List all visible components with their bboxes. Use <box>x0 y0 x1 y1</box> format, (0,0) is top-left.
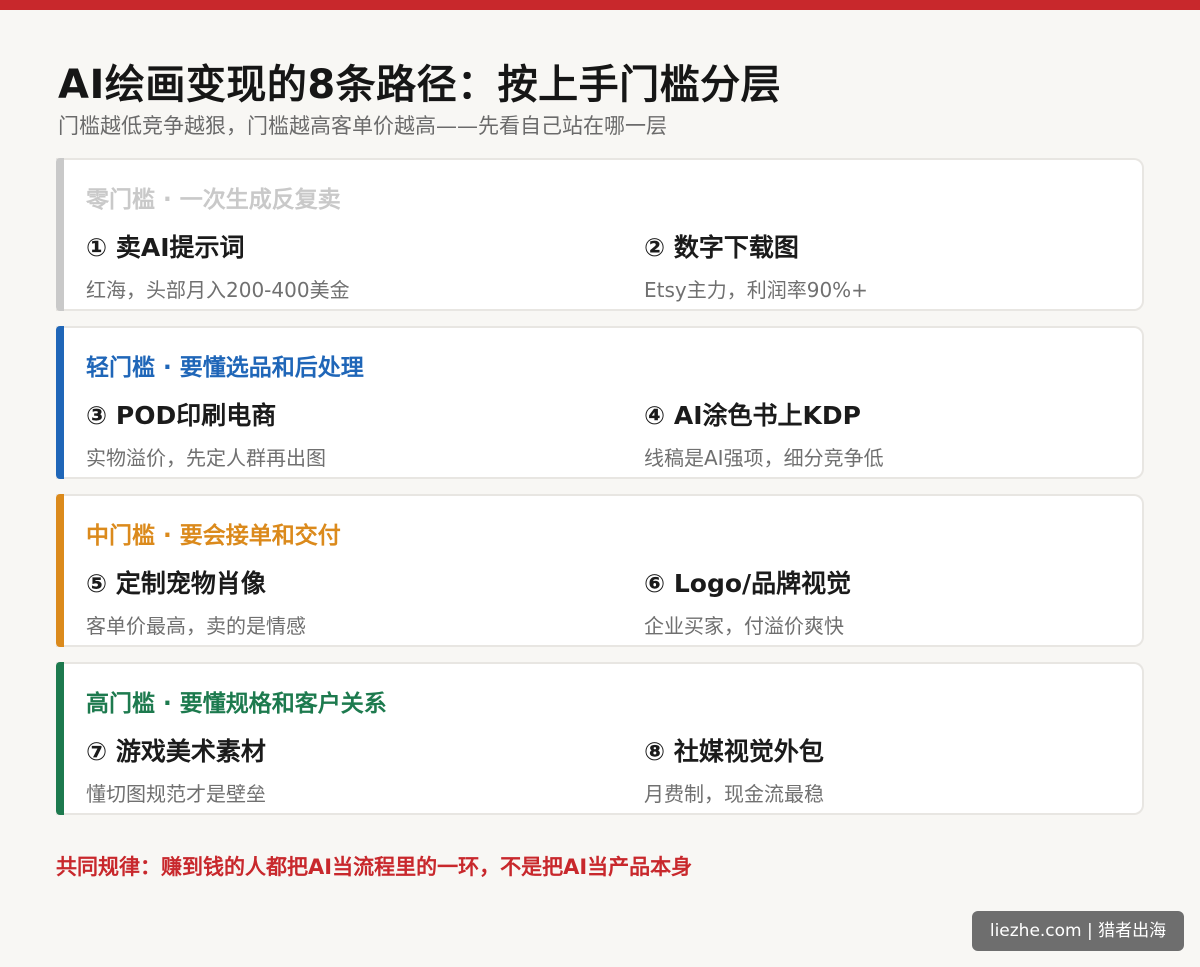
site-watermark: liezhe.com | 猎者出海 <box>972 911 1184 951</box>
path-item: ④ AI涂色书上KDP 线稿是AI强项，细分竞争低 <box>644 396 884 471</box>
tier-label: 零门槛 · 一次生成反复卖 <box>86 187 341 213</box>
tier-card-light: 轻门槛 · 要懂选品和后处理 ③ POD印刷电商 实物溢价，先定人群再出图 ④ … <box>56 326 1144 479</box>
tier-card-zero: 零门槛 · 一次生成反复卖 ① 卖AI提示词 红海，头部月入200-400美金 … <box>56 158 1144 311</box>
path-name: ④ AI涂色书上KDP <box>644 401 861 430</box>
path-desc: 实物溢价，先定人群再出图 <box>86 446 326 470</box>
path-desc: 懂切图规范才是壁垒 <box>86 782 266 806</box>
path-name: ③ POD印刷电商 <box>86 401 277 430</box>
path-name: ⑦ 游戏美术素材 <box>86 737 266 766</box>
tier-card-medium: 中门槛 · 要会接单和交付 ⑤ 定制宠物肖像 客单价最高，卖的是情感 ⑥ Log… <box>56 494 1144 647</box>
path-desc: 企业买家，付溢价爽快 <box>644 614 844 638</box>
tier-accent-bar <box>56 326 64 479</box>
tier-accent-bar <box>56 158 64 311</box>
page-subtitle: 门槛越低竞争越狠，门槛越高客单价越高——先看自己站在哪一层 <box>58 114 667 138</box>
path-name: ⑥ Logo/品牌视觉 <box>644 569 852 598</box>
tier-label: 高门槛 · 要懂规格和客户关系 <box>86 691 387 717</box>
path-item: ⑤ 定制宠物肖像 客单价最高，卖的是情感 <box>86 564 306 639</box>
path-name: ⑤ 定制宠物肖像 <box>86 569 266 598</box>
path-item: ⑦ 游戏美术素材 懂切图规范才是壁垒 <box>86 732 266 807</box>
path-item: ⑧ 社媒视觉外包 月费制，现金流最稳 <box>644 732 824 807</box>
path-desc: 红海，头部月入200-400美金 <box>86 278 350 302</box>
path-name: ① 卖AI提示词 <box>86 233 245 262</box>
path-item: ② 数字下载图 Etsy主力，利润率90%+ <box>644 228 868 303</box>
path-item: ③ POD印刷电商 实物溢价，先定人群再出图 <box>86 396 326 471</box>
tier-accent-bar <box>56 662 64 815</box>
path-name: ② 数字下载图 <box>644 233 799 262</box>
tier-accent-bar <box>56 494 64 647</box>
path-item: ① 卖AI提示词 红海，头部月入200-400美金 <box>86 228 350 303</box>
tier-label: 中门槛 · 要会接单和交付 <box>86 523 341 549</box>
top-accent-bar <box>0 0 1200 10</box>
path-desc: 客单价最高，卖的是情感 <box>86 614 306 638</box>
path-item: ⑥ Logo/品牌视觉 企业买家，付溢价爽快 <box>644 564 851 639</box>
path-desc: Etsy主力，利润率90%+ <box>644 278 868 302</box>
page-title: AI绘画变现的8条路径：按上手门槛分层 <box>58 62 782 108</box>
tier-card-high: 高门槛 · 要懂规格和客户关系 ⑦ 游戏美术素材 懂切图规范才是壁垒 ⑧ 社媒视… <box>56 662 1144 815</box>
path-desc: 月费制，现金流最稳 <box>644 782 824 806</box>
path-name: ⑧ 社媒视觉外包 <box>644 737 824 766</box>
tier-label: 轻门槛 · 要懂选品和后处理 <box>86 355 364 381</box>
path-desc: 线稿是AI强项，细分竞争低 <box>644 446 884 470</box>
footer-note: 共同规律：赚到钱的人都把AI当流程里的一环，不是把AI当产品本身 <box>56 855 693 879</box>
